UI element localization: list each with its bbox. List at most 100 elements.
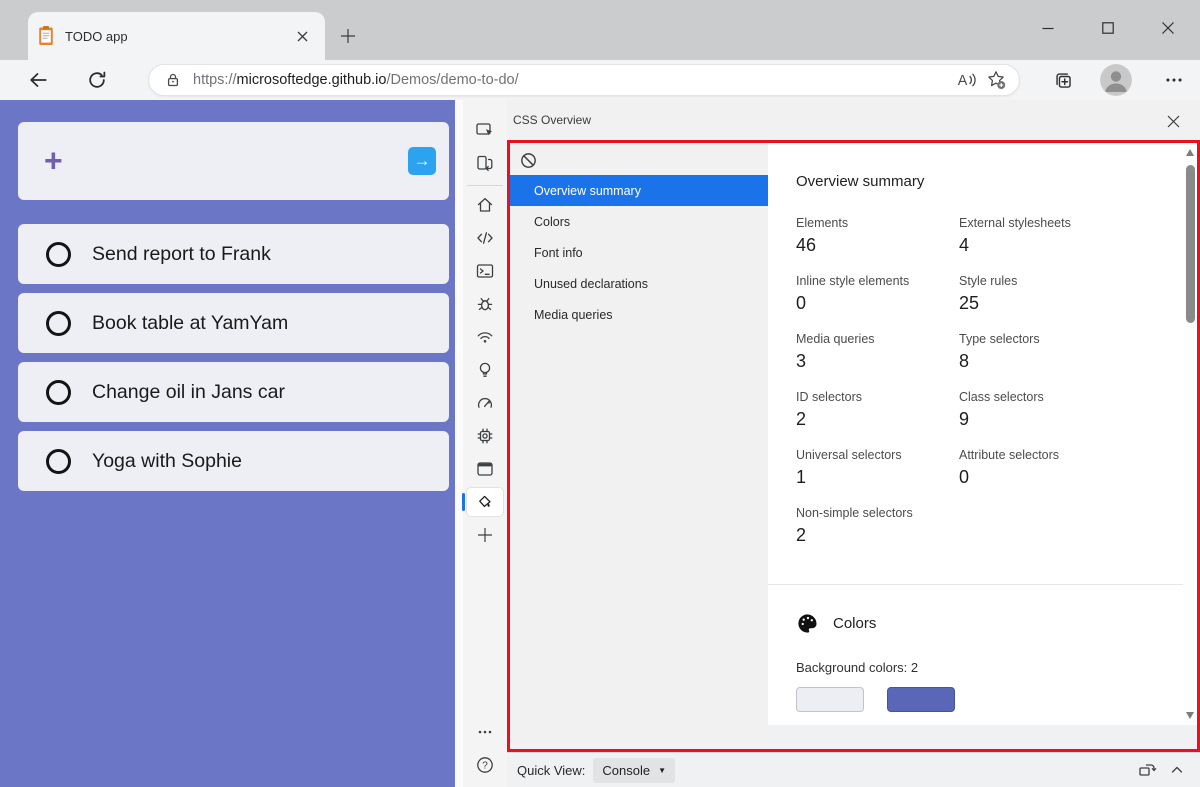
stat-media-queries: Media queries3 [796,332,959,372]
add-favorite-star-icon[interactable] [981,65,1011,95]
url-text[interactable]: https://microsoftedge.github.io/Demos/de… [193,72,951,88]
stat-id-selectors: ID selectors2 [796,390,959,430]
application-icon[interactable] [467,455,503,483]
more-tools-icon[interactable] [467,718,503,746]
palette-icon [796,612,819,635]
task-checkbox[interactable] [46,242,71,267]
scroll-up-arrow-icon[interactable] [1186,149,1194,156]
submit-task-button[interactable]: → [408,147,436,175]
task-row[interactable]: Book table at YamYam [18,293,449,353]
tab-title: TODO app [65,29,289,44]
submit-arrow-icon: → [414,151,431,171]
navigation-bar: https://microsoftedge.github.io/Demos/de… [0,60,1200,100]
collections-icon[interactable] [1045,62,1081,98]
profile-avatar[interactable] [1100,64,1132,96]
window-close-icon[interactable] [1138,8,1198,48]
task-row[interactable]: Yoga with Sophie [18,431,449,491]
css-overview-icon[interactable] [467,488,503,516]
devtools-activity-bar: ? [463,100,507,787]
minimize-icon[interactable] [1018,8,1078,48]
lock-icon[interactable] [163,70,183,90]
new-task-input[interactable]: + → [18,122,449,200]
quick-view-bar: Quick View: Console ▼ [507,752,1200,787]
tab-strip: TODO app [0,0,1200,60]
clipboard-favicon-icon [36,25,56,47]
color-swatch-purple[interactable] [887,687,955,712]
activity-bar-divider [467,185,503,186]
css-overview-header: CSS Overview [507,100,1200,140]
new-tab-icon[interactable] [334,22,362,50]
devtools-panel: CSS Overview Overview summary Colors Fon… [507,100,1200,787]
inspect-icon[interactable] [467,116,503,144]
stat-non-simple-selectors: Non-simple selectors2 [796,506,959,546]
home-icon[interactable] [467,191,503,219]
stat-external-stylesheets: External stylesheets4 [959,216,1129,256]
quick-view-dropdown[interactable]: Console ▼ [593,758,675,783]
css-overview-nav: Overview summary Colors Font info Unused… [510,175,768,330]
open-panel-icon[interactable] [1132,757,1162,783]
add-tools-icon[interactable] [467,521,503,549]
task-checkbox[interactable] [46,449,71,474]
browser-window: TODO app [0,0,1200,787]
issues-lightbulb-icon[interactable] [467,356,503,384]
url-domain: microsoftedge.github.io [237,72,387,88]
stat-elements: Elements46 [796,216,959,256]
collapse-chevron-icon[interactable] [1162,757,1192,783]
background-color-swatches [796,687,1197,712]
stat-class-selectors: Class selectors9 [959,390,1129,430]
tab-close-icon[interactable] [289,23,315,49]
panel-close-icon[interactable] [1160,108,1186,134]
refresh-icon[interactable] [79,62,115,98]
maximize-icon[interactable] [1078,8,1138,48]
main-content: + → Send report to Frank Book table at Y… [0,100,1200,787]
settings-more-icon[interactable] [1156,62,1192,98]
content-bottom-strip [768,725,1197,749]
sidebar-item-font-info[interactable]: Font info [510,237,768,268]
summary-title: Overview summary [796,173,1197,190]
url-bar[interactable]: https://microsoftedge.github.io/Demos/de… [148,64,1020,96]
stat-attribute-selectors: Attribute selectors0 [959,448,1129,488]
scroll-down-arrow-icon[interactable] [1186,712,1194,719]
browser-tab[interactable]: TODO app [28,12,325,60]
task-row[interactable]: Change oil in Jans car [18,362,449,422]
sidebar-item-colors[interactable]: Colors [510,206,768,237]
device-emulation-icon[interactable] [467,149,503,177]
background-colors-label: Background colors: 2 [796,660,1197,675]
scrollbar-thumb[interactable] [1186,165,1195,323]
quick-view-value: Console [602,763,650,778]
task-checkbox[interactable] [46,380,71,405]
sidebar-item-media-queries[interactable]: Media queries [510,299,768,330]
task-label: Book table at YamYam [92,312,288,335]
window-controls [1018,8,1198,48]
performance-gauge-icon[interactable] [467,389,503,417]
help-icon[interactable]: ? [467,751,503,779]
task-label: Yoga with Sophie [92,450,242,473]
quick-view-label: Quick View: [517,763,585,778]
colors-section-title: Colors [833,615,876,632]
network-icon[interactable] [467,323,503,351]
read-aloud-icon[interactable]: A [951,65,981,95]
task-checkbox[interactable] [46,311,71,336]
svg-text:A: A [958,73,968,89]
task-row[interactable]: Send report to Frank [18,224,449,284]
color-swatch-light[interactable] [796,687,864,712]
summary-stats: Elements46 External stylesheets4 Inline … [796,216,1197,564]
console-icon[interactable] [467,257,503,285]
sidebar-item-overview-summary[interactable]: Overview summary [510,175,768,206]
todo-app: + → Send report to Frank Book table at Y… [0,100,455,787]
clear-overview-icon[interactable] [515,147,541,173]
panel-scrollbar[interactable] [1184,145,1197,723]
back-icon[interactable] [20,62,56,98]
stat-universal-selectors: Universal selectors1 [796,448,959,488]
css-overview-highlighted-region: Overview summary Colors Font info Unused… [507,140,1200,752]
sidebar-item-unused-declarations[interactable]: Unused declarations [510,268,768,299]
elements-icon[interactable] [467,224,503,252]
task-label: Send report to Frank [92,243,271,266]
css-overview-content: Overview summary Elements46 External sty… [768,143,1197,749]
debugger-bug-icon[interactable] [467,290,503,318]
section-divider [768,584,1183,585]
memory-chip-icon[interactable] [467,422,503,450]
colors-section-header: Colors [796,612,1197,635]
task-label: Change oil in Jans car [92,381,285,404]
stat-type-selectors: Type selectors8 [959,332,1129,372]
